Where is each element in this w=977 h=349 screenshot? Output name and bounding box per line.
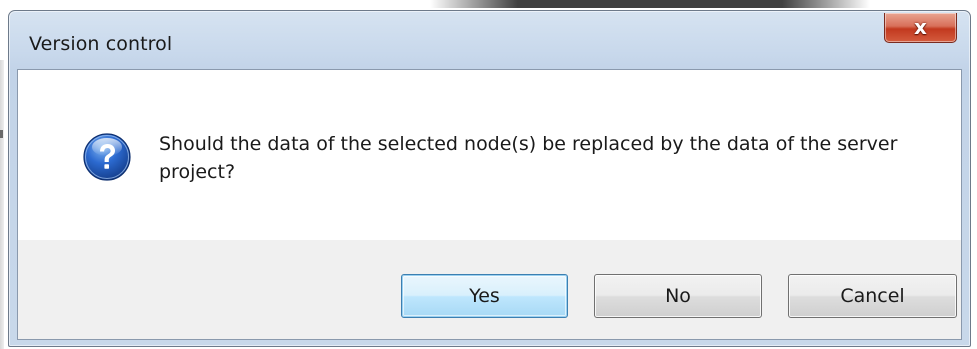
dialog-body: Should the data of the selected node(s) … [17,69,962,340]
yes-button[interactable]: Yes [401,274,568,318]
background-marker [0,130,3,138]
background-toolbar-edge [430,0,870,8]
close-icon: x [914,15,927,39]
cancel-button[interactable]: Cancel [788,274,957,318]
message-area: Should the data of the selected node(s) … [18,70,961,240]
dialog-title: Version control [29,33,173,55]
close-button[interactable]: x [884,13,957,43]
title-bar[interactable]: Version control x [9,11,970,69]
no-button[interactable]: No [594,274,762,318]
background-panel-edge [0,60,4,349]
version-control-dialog: Version control x Should the data of the… [8,10,971,347]
question-icon [83,133,131,181]
dialog-message: Should the data of the selected node(s) … [159,133,898,183]
